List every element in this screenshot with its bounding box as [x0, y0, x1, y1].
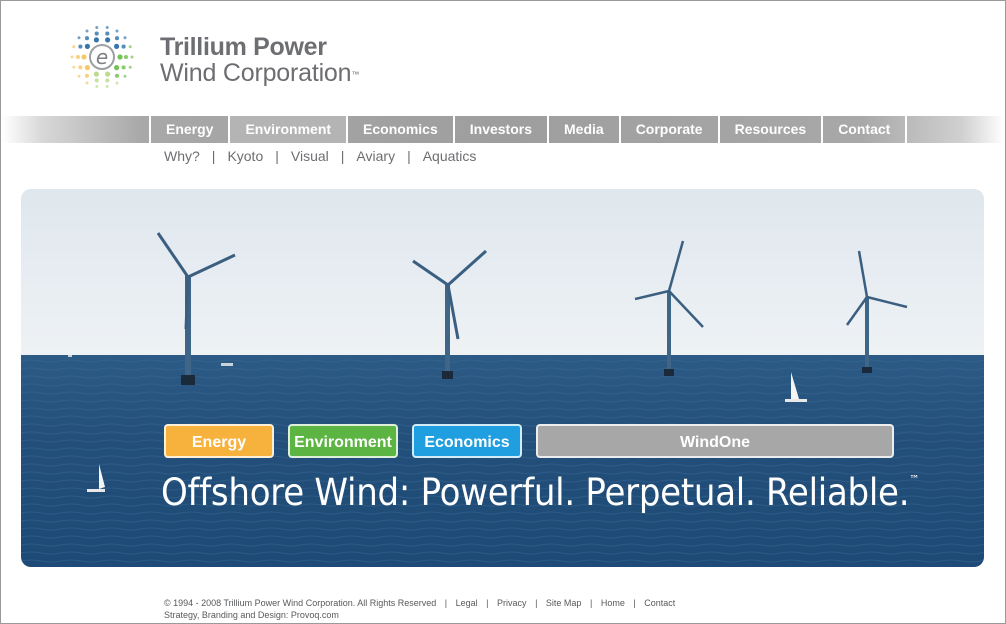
- logo-text: Trillium Power Wind Corporation™: [160, 34, 359, 86]
- footer-link-legal[interactable]: Legal: [456, 598, 478, 608]
- subnav-item-aquatics[interactable]: Aquatics: [423, 148, 477, 164]
- subnav-separator: |: [211, 148, 216, 164]
- nav-item-economics[interactable]: Economics: [346, 116, 453, 143]
- environment-button[interactable]: Environment: [288, 424, 398, 458]
- economics-button[interactable]: Economics: [412, 424, 522, 458]
- footer-separator: |: [535, 598, 538, 608]
- footer-separator: |: [633, 598, 636, 608]
- subnav-separator: |: [407, 148, 411, 164]
- footer-link-privacy[interactable]: Privacy: [497, 598, 527, 608]
- footer-credit: Strategy, Branding and Design: Provoq.co…: [164, 610, 339, 620]
- logo-company-name: Trillium Power: [160, 33, 327, 61]
- logo-mark-icon: e: [70, 26, 134, 88]
- footer-copyright: © 1994 - 2008 Trillium Power Wind Corpor…: [164, 598, 437, 608]
- subnav-item-why[interactable]: Why?: [164, 148, 200, 164]
- logo[interactable]: e Trillium Power Wind Corporation™: [60, 18, 380, 96]
- nav-item-investors[interactable]: Investors: [452, 116, 547, 143]
- subnav-item-visual[interactable]: Visual: [291, 148, 329, 164]
- subnav-item-kyoto[interactable]: Kyoto: [227, 148, 263, 164]
- subnav-separator: |: [340, 148, 345, 164]
- nav-item-corporate[interactable]: Corporate: [618, 116, 718, 143]
- footer-link-site-map[interactable]: Site Map: [546, 598, 582, 608]
- windone-button[interactable]: WindOne: [536, 424, 894, 458]
- energy-button[interactable]: Energy: [164, 424, 274, 458]
- nav-item-environment[interactable]: Environment: [228, 116, 347, 143]
- nav-item-resources[interactable]: Resources: [717, 116, 822, 143]
- subnav-item-aviary[interactable]: Aviary: [356, 148, 395, 164]
- footer-link-contact[interactable]: Contact: [644, 598, 675, 608]
- nav-item-media[interactable]: Media: [547, 116, 619, 143]
- svg-text:e: e: [96, 45, 108, 69]
- footer-line-1: © 1994 - 2008 Trillium Power Wind Corpor…: [164, 597, 675, 609]
- trademark: ™: [909, 473, 920, 486]
- nav-item-contact[interactable]: Contact: [821, 116, 908, 143]
- trademark: ™: [351, 70, 360, 79]
- hero-tagline: Offshore Wind: Powerful. Perpetual. Reli…: [161, 471, 920, 514]
- main-nav: Energy Environment Economics Investors M…: [2, 116, 1004, 143]
- footer-separator: |: [589, 598, 593, 608]
- subnav-separator: |: [275, 148, 279, 164]
- hero-banner: Energy Environment Economics WindOne Off…: [21, 189, 984, 567]
- logo-company-subname: Wind Corporation™: [160, 59, 360, 87]
- main-nav-items: Energy Environment Economics Investors M…: [149, 116, 908, 143]
- footer-separator: |: [444, 598, 448, 608]
- sub-nav: Why? | Kyoto | Visual | Aviary | Aquatic…: [164, 148, 476, 164]
- footer-separator: |: [486, 598, 489, 608]
- footer: © 1994 - 2008 Trillium Power Wind Corpor…: [164, 597, 675, 621]
- nav-item-energy[interactable]: Energy: [149, 116, 228, 143]
- footer-link-home[interactable]: Home: [601, 598, 625, 608]
